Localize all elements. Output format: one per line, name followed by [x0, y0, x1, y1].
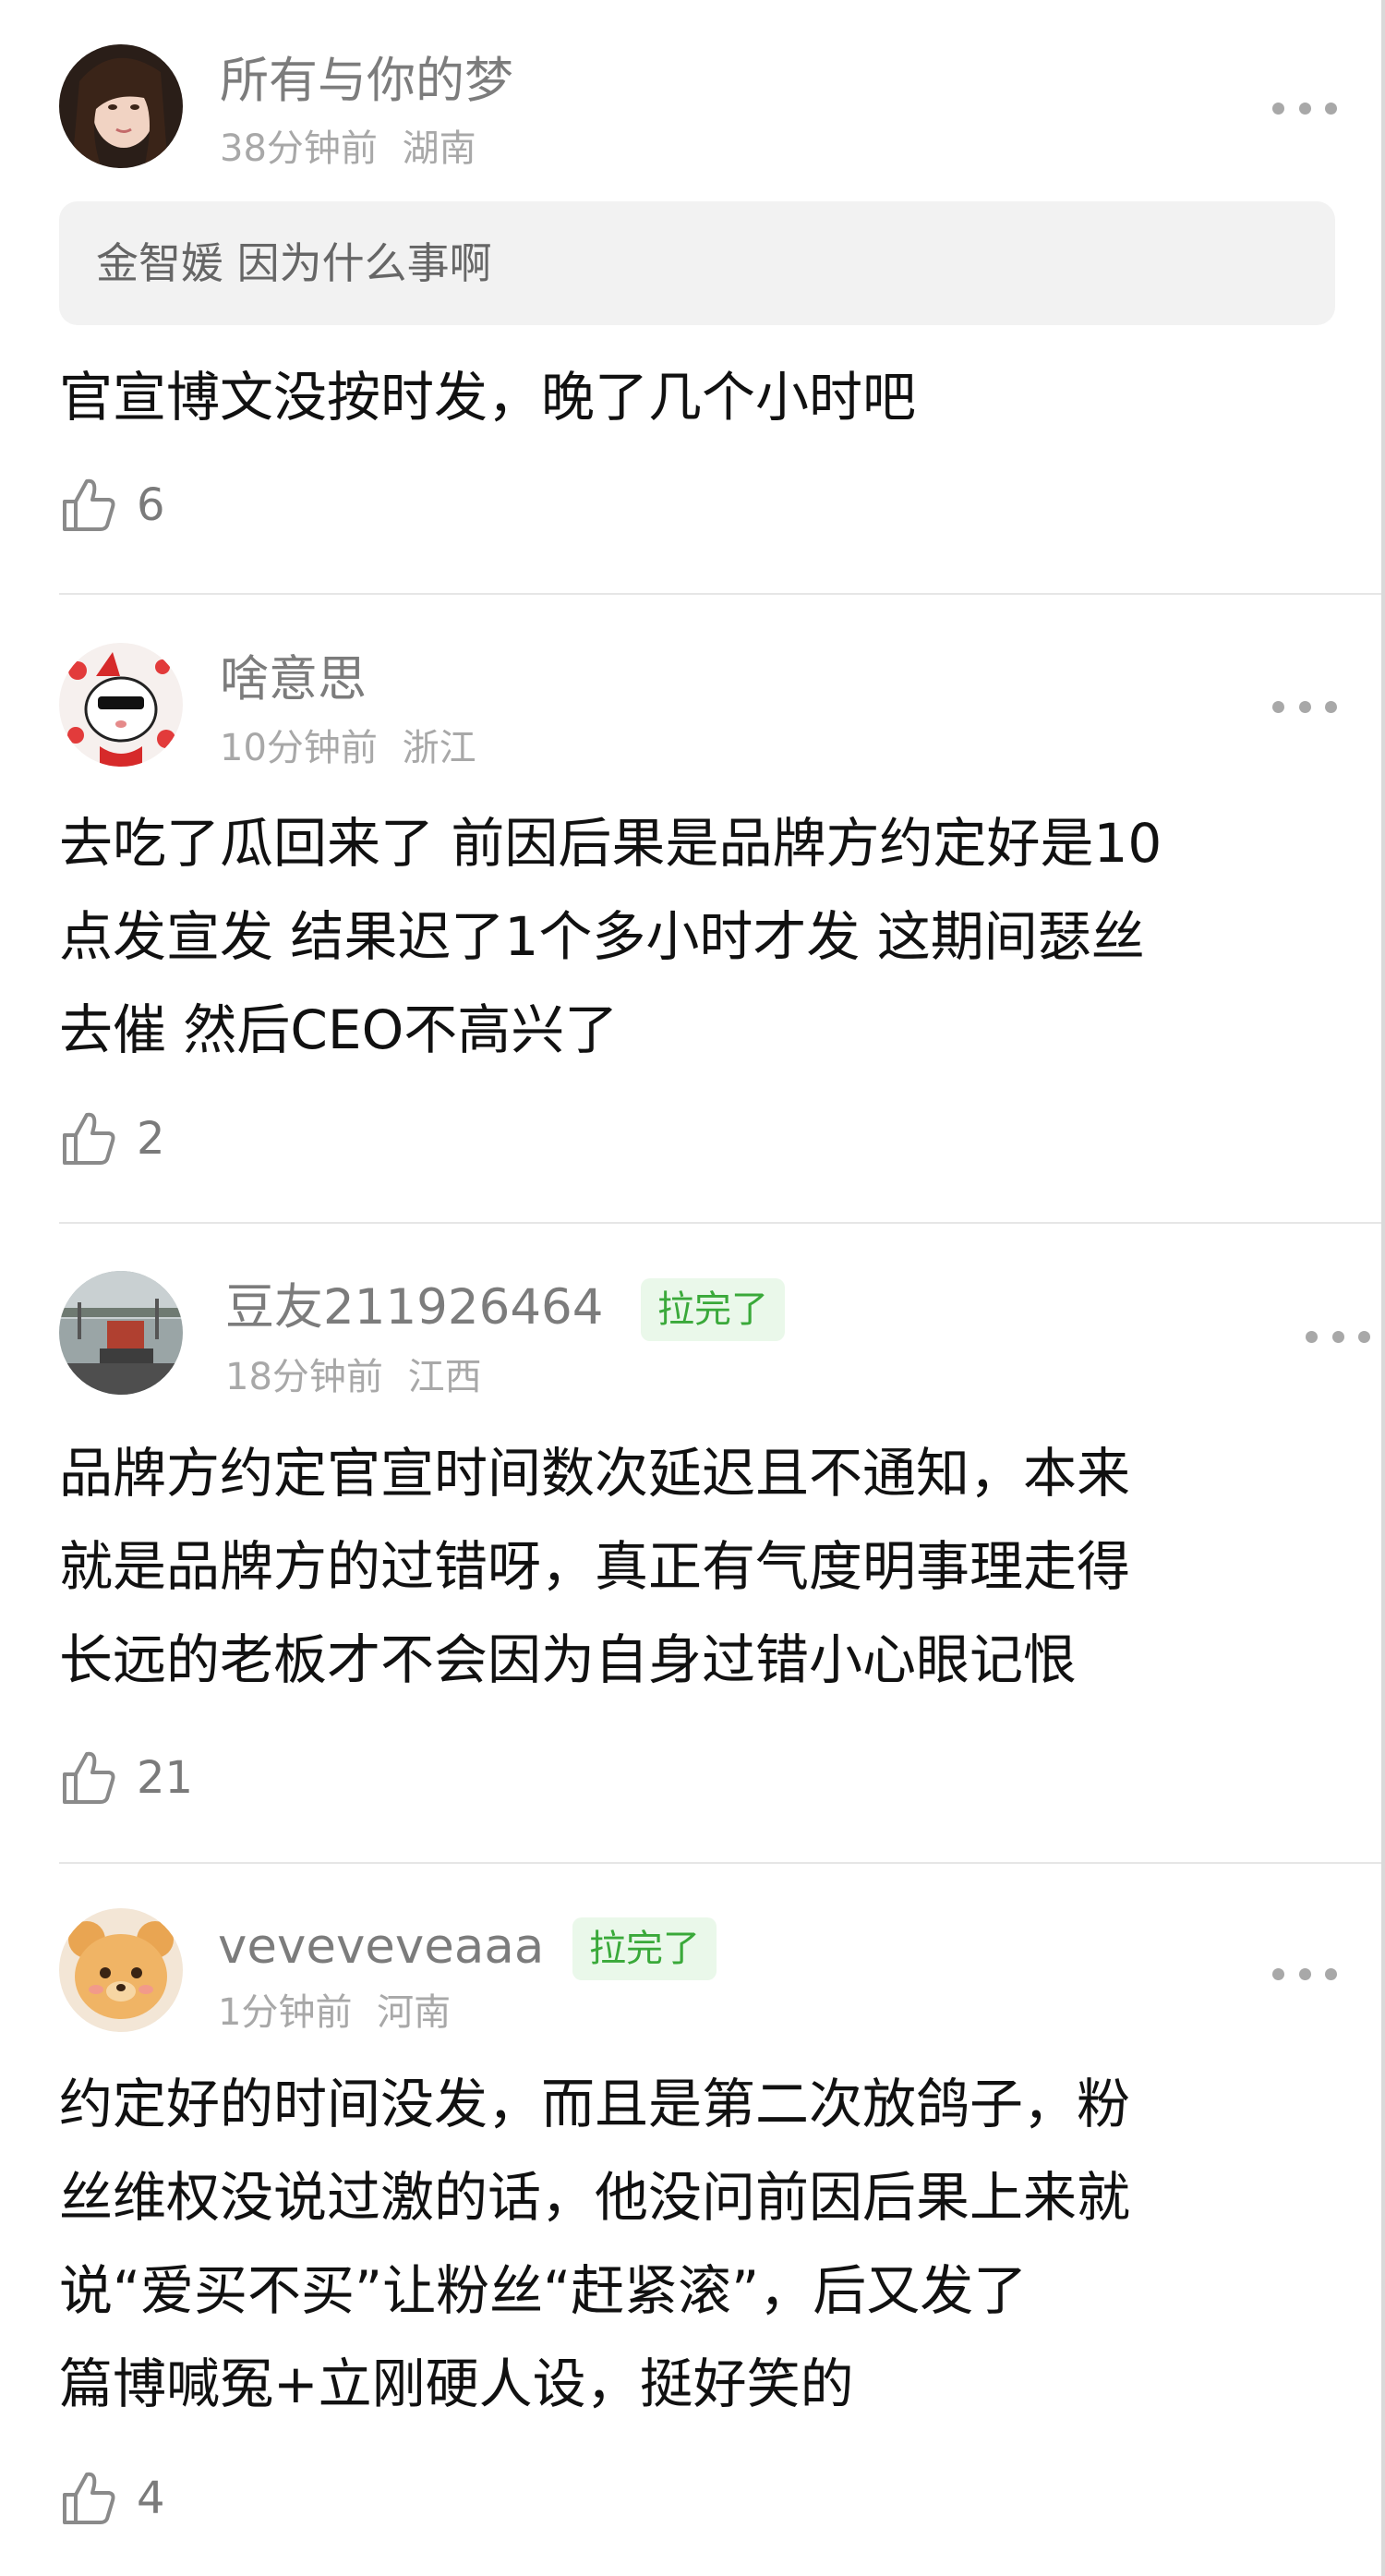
- comment-list: 所有与你的梦 38分钟前 湖南 金智媛 因为什么事啊 官宣博文没按时发，晚了几个…: [0, 0, 1385, 2576]
- more-options-icon[interactable]: [1272, 688, 1337, 725]
- thumbs-up-icon: [63, 1112, 115, 1165]
- more-options-icon[interactable]: [1306, 1318, 1370, 1355]
- like-button[interactable]: 6: [59, 473, 165, 538]
- comment-meta: 10分钟前 浙江: [220, 725, 476, 771]
- comment-meta: 1分钟前 河南: [218, 1989, 451, 2036]
- like-count: 21: [137, 1752, 194, 1804]
- comment-text: 官宣博文没按时发，晚了几个小时吧: [59, 366, 917, 429]
- avatar[interactable]: [59, 44, 183, 168]
- like-count: 4: [137, 2473, 165, 2524]
- timestamp: 10分钟前: [220, 727, 378, 769]
- quoted-reply: 金智媛 因为什么事啊: [59, 201, 1335, 325]
- thumbs-up-icon: [63, 2472, 115, 2524]
- timestamp: 18分钟前: [225, 1356, 383, 1398]
- avatar[interactable]: [59, 643, 183, 767]
- like-button[interactable]: 4: [59, 2466, 165, 2531]
- comment-text: 去吃了瓜回来了 前因后果是品牌方约定好是10 点发宣发 结果迟了1个多小时才发 …: [59, 812, 1162, 1061]
- comment-text: 约定好的时间没发，而且是第二次放鸽子，粉 丝维权没说过激的话，他没问前因后果上来…: [59, 2073, 1131, 2415]
- username[interactable]: 啥意思: [220, 650, 367, 709]
- timestamp: 38分钟前: [220, 127, 378, 170]
- user-avatar-photo-icon: [59, 44, 183, 168]
- scrollbar-edge: [1381, 0, 1385, 2576]
- location: 江西: [407, 1356, 482, 1398]
- username[interactable]: vevevevea­aa: [218, 1917, 544, 1977]
- username[interactable]: 所有与你的梦: [220, 52, 513, 111]
- username[interactable]: 豆友211926464: [225, 1278, 603, 1337]
- street-scene-avatar-icon: [59, 1271, 183, 1395]
- user-badge: 拉完了: [572, 1917, 717, 1980]
- location: 浙江: [402, 727, 476, 769]
- divider: [59, 1222, 1385, 1224]
- more-options-icon[interactable]: [1272, 1955, 1337, 1992]
- like-count: 2: [137, 1113, 165, 1165]
- thumbs-up-icon: [63, 478, 115, 531]
- location: 河南: [377, 1991, 452, 2034]
- avatar[interactable]: [59, 1271, 183, 1395]
- comment-meta: 38分钟前 湖南: [220, 126, 476, 172]
- divider: [59, 1862, 1385, 1864]
- like-count: 6: [137, 479, 165, 531]
- like-button[interactable]: 21: [59, 1746, 193, 1810]
- location: 湖南: [402, 127, 476, 170]
- more-options-icon[interactable]: [1272, 90, 1337, 127]
- divider: [59, 593, 1385, 595]
- comment-text: 品牌方约定官宣时间数次延迟且不通知，本来 就是品牌方的过错呀，真正有气度明事理走…: [59, 1442, 1131, 1691]
- cartoon-cat-avatar-icon: [59, 643, 183, 767]
- thumbs-up-icon: [63, 1751, 115, 1804]
- teddy-bear-avatar-icon: [59, 1908, 183, 2032]
- comment-meta: 18分钟前 江西: [225, 1354, 482, 1400]
- user-badge: 拉完了: [641, 1278, 785, 1341]
- like-button[interactable]: 2: [59, 1107, 165, 1171]
- avatar[interactable]: [59, 1908, 183, 2032]
- timestamp: 1分钟前: [218, 1991, 353, 2034]
